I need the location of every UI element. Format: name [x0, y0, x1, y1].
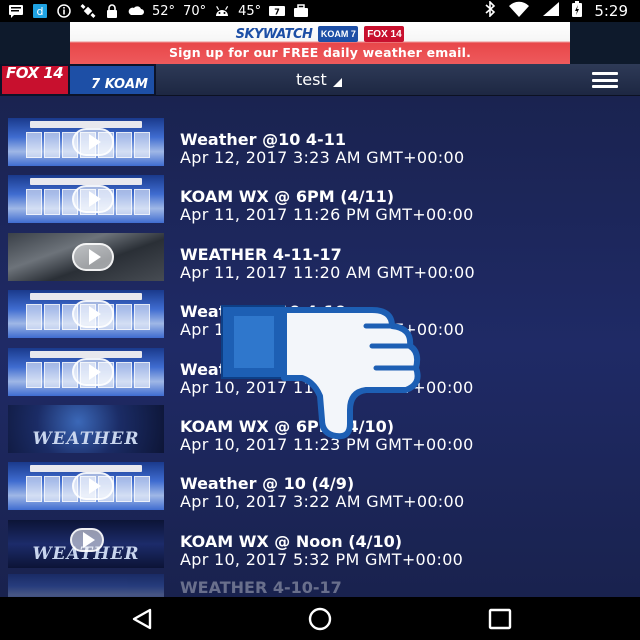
- play-icon: [70, 528, 104, 552]
- briefcase-icon: [293, 4, 309, 18]
- info-icon: [56, 4, 72, 18]
- video-date: Apr 11, 2017 11:20 AM GMT+00:00: [180, 263, 475, 282]
- wifi-icon: [508, 1, 530, 21]
- hamburger-menu-icon[interactable]: [592, 72, 618, 88]
- video-title: KOAM WX @ 6PM (4/10): [180, 417, 395, 436]
- svg-text:7: 7: [274, 8, 280, 17]
- video-item[interactable]: Weather @10 4-10 Apr 11, 2017 3:27 AM GM…: [0, 286, 640, 343]
- dropdown-arrow-icon: [332, 78, 342, 87]
- ad-logo-row: SKYWATCH KOAM 7 FOX 14: [70, 24, 570, 44]
- back-icon[interactable]: [128, 607, 156, 631]
- menu-line: [592, 85, 618, 88]
- video-thumbnail: WEATHER: [8, 520, 164, 568]
- video-title: Weather @10 4-10: [180, 302, 346, 321]
- video-item[interactable]: WEATHER KOAM WX @ 6PM (4/10) Apr 10, 201…: [0, 401, 640, 458]
- status-bar: d 52° 70° 45° 7 5:29: [0, 0, 640, 22]
- home-icon[interactable]: [306, 607, 334, 631]
- video-item[interactable]: KOAM WX @ 6PM (4/11) Apr 11, 2017 11:26 …: [0, 171, 640, 228]
- video-item[interactable]: WEATHER 4-10-17: [0, 562, 640, 597]
- signal-icon: [542, 1, 560, 21]
- video-item[interactable]: Weather @ 10 (4/9) Apr 10, 2017 3:22 AM …: [0, 458, 640, 515]
- fox14-logo: FOX 14: [2, 66, 68, 94]
- video-title: KOAM WX @ 6PM (4/11): [180, 187, 395, 206]
- lock-icon: [104, 4, 120, 18]
- menu-line: [592, 78, 618, 82]
- video-title: KOAM WX @ Noon (4/10): [180, 532, 403, 551]
- temp-reading-2: 70°: [183, 3, 207, 19]
- video-thumbnail: [8, 348, 164, 396]
- video-thumbnail: [8, 175, 164, 223]
- video-title: Weather @ 6PM (4/10): [180, 360, 382, 379]
- koam-icon: 7: [269, 4, 286, 18]
- satellite-icon: [80, 4, 96, 18]
- video-item[interactable]: Weather @ 6PM (4/10) Apr 10, 2017 11:30 …: [0, 344, 640, 401]
- video-date: Apr 12, 2017 3:23 AM GMT+00:00: [180, 148, 465, 167]
- thumbnail-label: WEATHER: [32, 429, 140, 449]
- ad-tagline: Sign up for our FREE daily weather email…: [168, 45, 472, 60]
- status-left: d 52° 70° 45° 7: [0, 4, 309, 19]
- video-title: Weather @ 10 (4/9): [180, 474, 355, 493]
- video-date: Apr 10, 2017 11:30 PM GMT+00:00: [180, 378, 474, 397]
- play-icon: [72, 128, 114, 156]
- status-right: 5:29: [484, 0, 640, 21]
- video-thumbnail: [8, 233, 164, 281]
- video-list[interactable]: Weather @10 4-11 Apr 12, 2017 3:23 AM GM…: [0, 96, 640, 597]
- ad-koam-logo: KOAM 7: [318, 26, 359, 42]
- ad-container: SKYWATCH KOAM 7 FOX 14 Sign up for our F…: [0, 22, 640, 64]
- app-icon: d: [32, 4, 48, 18]
- video-date: Apr 11, 2017 11:26 PM GMT+00:00: [180, 205, 474, 224]
- ad-brand: SKYWATCH: [235, 26, 313, 42]
- play-icon: [72, 243, 114, 271]
- video-date: Apr 10, 2017 3:22 AM GMT+00:00: [180, 492, 465, 511]
- video-date: Apr 10, 2017 11:23 PM GMT+00:00: [180, 435, 474, 454]
- koam7-logo: 7 KOAM: [70, 66, 154, 94]
- video-thumbnail: [8, 462, 164, 510]
- play-icon: [72, 358, 114, 386]
- play-icon: [72, 185, 114, 213]
- video-title: Weather @10 4-11: [180, 130, 346, 149]
- recents-icon[interactable]: [486, 607, 514, 631]
- station-logo: FOX 14 7 KOAM: [0, 64, 156, 96]
- svg-text:d: d: [37, 5, 44, 18]
- video-item[interactable]: Weather @10 4-11 Apr 12, 2017 3:23 AM GM…: [0, 114, 640, 171]
- video-thumbnail: WEATHER: [8, 405, 164, 453]
- temp-reading-1: 52°: [152, 3, 176, 19]
- app-bar: FOX 14 7 KOAM test: [0, 64, 640, 96]
- ad-fox-logo: FOX 14: [364, 26, 405, 42]
- android-nav-bar: [0, 597, 640, 640]
- battery-icon: [572, 1, 583, 21]
- video-thumbnail: [8, 574, 164, 597]
- video-thumbnail: [8, 118, 164, 166]
- app-title: test: [296, 70, 327, 89]
- video-title: WEATHER 4-10-17: [180, 578, 342, 597]
- video-title: WEATHER 4-11-17: [180, 245, 342, 264]
- ad-banner[interactable]: SKYWATCH KOAM 7 FOX 14 Sign up for our F…: [70, 22, 570, 64]
- menu-line: [592, 72, 618, 75]
- play-icon: [72, 472, 114, 500]
- android-icon: [214, 4, 230, 18]
- weather-icon: [128, 4, 144, 18]
- video-thumbnail: [8, 290, 164, 338]
- play-icon: [72, 300, 114, 328]
- temp-reading-3: 45°: [238, 3, 262, 19]
- bluetooth-icon: [484, 0, 496, 21]
- status-time: 5:29: [594, 2, 628, 20]
- category-dropdown[interactable]: test: [296, 70, 342, 89]
- video-item[interactable]: WEATHER 4-11-17 Apr 11, 2017 11:20 AM GM…: [0, 229, 640, 286]
- video-date: Apr 11, 2017 3:27 AM GMT+00:00: [180, 320, 465, 339]
- message-icon: [8, 4, 24, 18]
